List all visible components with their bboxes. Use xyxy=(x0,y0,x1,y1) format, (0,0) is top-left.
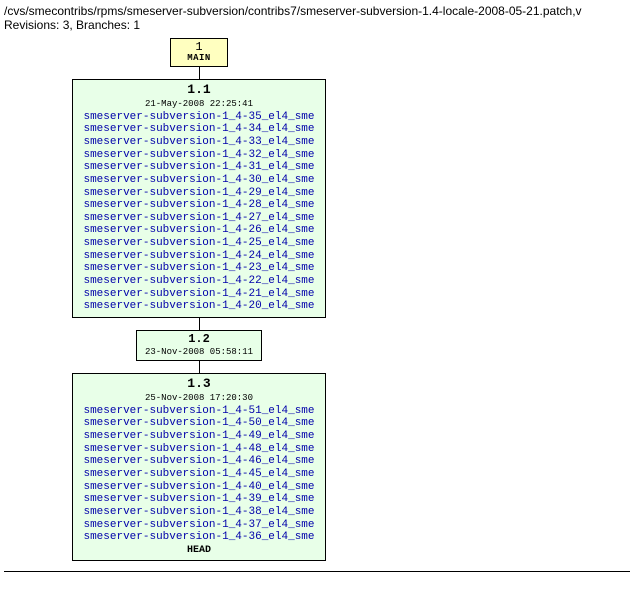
tag: smeserver-subversion-1_4-35_el4_sme xyxy=(83,111,314,124)
tag: smeserver-subversion-1_4-26_el4_sme xyxy=(83,224,314,237)
trunk-column: 1 MAIN 1.1 21-May-2008 22:25:41 smeserve… xyxy=(34,38,364,561)
tag-list: smeserver-subversion-1_4-51_el4_smesmese… xyxy=(83,405,314,544)
tag: smeserver-subversion-1_4-50_el4_sme xyxy=(83,417,314,430)
revision-summary: Revisions: 3, Branches: 1 xyxy=(4,18,634,32)
tag: smeserver-subversion-1_4-49_el4_sme xyxy=(83,430,314,443)
tag: smeserver-subversion-1_4-48_el4_sme xyxy=(83,443,314,456)
connector-line xyxy=(199,318,200,330)
revision-number: 1.3 xyxy=(187,376,210,391)
connector-line xyxy=(199,361,200,373)
tag: smeserver-subversion-1_4-23_el4_sme xyxy=(83,262,314,275)
branch-box-main[interactable]: 1 MAIN xyxy=(170,38,228,67)
tag: smeserver-subversion-1_4-28_el4_sme xyxy=(83,199,314,212)
revision-box[interactable]: 1.3 25-Nov-2008 17:20:30 smeserver-subve… xyxy=(72,373,325,561)
revision-box[interactable]: 1.1 21-May-2008 22:25:41 smeserver-subve… xyxy=(72,79,325,318)
tag: smeserver-subversion-1_4-38_el4_sme xyxy=(83,506,314,519)
tag: smeserver-subversion-1_4-21_el4_sme xyxy=(83,288,314,301)
tag: smeserver-subversion-1_4-31_el4_sme xyxy=(83,161,314,174)
connector-line xyxy=(199,67,200,79)
revision-date: 25-Nov-2008 17:20:30 xyxy=(145,393,253,403)
tag: smeserver-subversion-1_4-36_el4_sme xyxy=(83,531,314,544)
tag: smeserver-subversion-1_4-24_el4_sme xyxy=(83,250,314,263)
revision-graph: 1 MAIN 1.1 21-May-2008 22:25:41 smeserve… xyxy=(34,38,634,561)
tag: smeserver-subversion-1_4-30_el4_sme xyxy=(83,174,314,187)
head-marker: HEAD xyxy=(187,545,211,556)
tag: smeserver-subversion-1_4-22_el4_sme xyxy=(83,275,314,288)
tag: smeserver-subversion-1_4-32_el4_sme xyxy=(83,149,314,162)
revision-number: 1.1 xyxy=(187,82,210,97)
tag: smeserver-subversion-1_4-39_el4_sme xyxy=(83,493,314,506)
tag: smeserver-subversion-1_4-29_el4_sme xyxy=(83,187,314,200)
tag: smeserver-subversion-1_4-45_el4_sme xyxy=(83,468,314,481)
tag: smeserver-subversion-1_4-51_el4_sme xyxy=(83,405,314,418)
tag: smeserver-subversion-1_4-46_el4_sme xyxy=(83,455,314,468)
tag: smeserver-subversion-1_4-20_el4_sme xyxy=(83,300,314,313)
tag: smeserver-subversion-1_4-40_el4_sme xyxy=(83,481,314,494)
file-path: /cvs/smecontribs/rpms/smeserver-subversi… xyxy=(4,4,634,18)
tag: smeserver-subversion-1_4-25_el4_sme xyxy=(83,237,314,250)
revision-box[interactable]: 1.2 23-Nov-2008 05:58:11 xyxy=(136,330,262,361)
tag-list: smeserver-subversion-1_4-35_el4_smesmese… xyxy=(83,111,314,313)
revision-date: 21-May-2008 22:25:41 xyxy=(145,99,253,109)
tag: smeserver-subversion-1_4-37_el4_sme xyxy=(83,519,314,532)
tag: smeserver-subversion-1_4-34_el4_sme xyxy=(83,123,314,136)
footer-divider xyxy=(4,571,630,572)
revision-number: 1.2 xyxy=(188,332,210,346)
tag: smeserver-subversion-1_4-27_el4_sme xyxy=(83,212,314,225)
revision-date: 23-Nov-2008 05:58:11 xyxy=(145,347,253,357)
branch-name: MAIN xyxy=(187,54,211,64)
tag: smeserver-subversion-1_4-33_el4_sme xyxy=(83,136,314,149)
